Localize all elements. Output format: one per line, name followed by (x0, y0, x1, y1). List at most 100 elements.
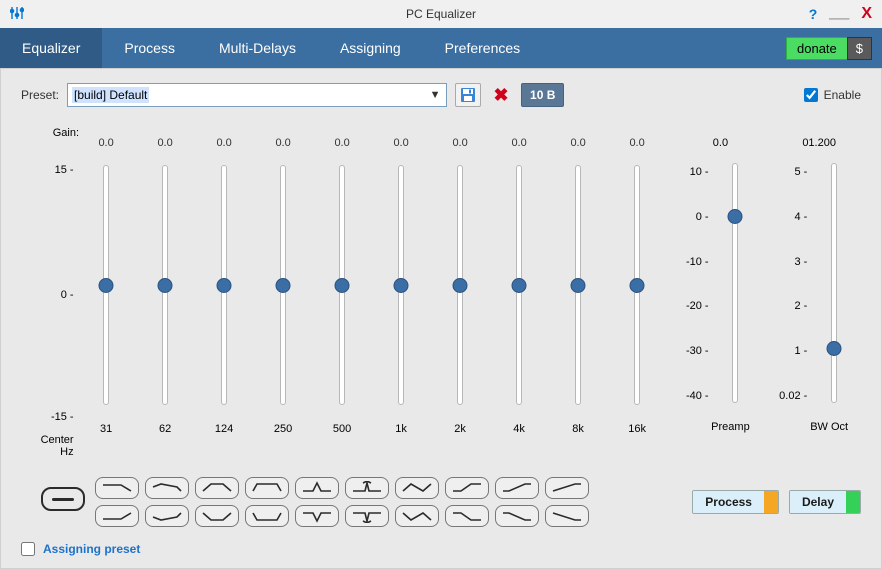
shape-preset-1-1[interactable] (145, 505, 189, 527)
shape-preset-1-2[interactable] (195, 505, 239, 527)
bwoct-track[interactable] (831, 163, 837, 403)
chevron-down-icon: ▼ (424, 89, 446, 101)
shape-preset-1-8[interactable] (495, 505, 539, 527)
shape-preset-0-6[interactable] (395, 477, 439, 499)
preamp-label: Preamp (711, 421, 750, 433)
shape-preset-0-7[interactable] (445, 477, 489, 499)
donate-currency[interactable]: $ (847, 37, 872, 60)
band-freq-label: 8k (572, 423, 584, 435)
close-icon[interactable]: X (861, 5, 872, 23)
shape-preset-1-9[interactable] (545, 505, 589, 527)
band-124[interactable]: 0.0124 (198, 159, 251, 459)
shape-preset-0-3[interactable] (245, 477, 289, 499)
band-thumb[interactable] (335, 278, 350, 293)
shape-preset-0-2[interactable] (195, 477, 239, 499)
band-freq-label: 250 (274, 423, 292, 435)
donate-button[interactable]: donate (786, 37, 847, 60)
main-panel: Preset: [build] Default ▼ ✖ 10 B Enable … (0, 68, 882, 569)
band-thumb[interactable] (99, 278, 114, 293)
band-thumb[interactable] (217, 278, 232, 293)
band-250[interactable]: 0.0250 (257, 159, 310, 459)
center-hz-label: CenterHz (41, 434, 74, 458)
shape-preset-grid (95, 477, 589, 527)
tab-assigning[interactable]: Assigning (318, 28, 423, 68)
shape-preset-1-3[interactable] (245, 505, 289, 527)
band-1k[interactable]: 0.01k (375, 159, 428, 459)
band-31[interactable]: 0.031 (80, 159, 133, 459)
band-8k[interactable]: 0.08k (552, 159, 605, 459)
band-freq-label: 1k (395, 423, 407, 435)
band-gain-value: 0.0 (216, 137, 231, 155)
band-count-button[interactable]: 10 B (521, 83, 564, 107)
band-track[interactable] (516, 165, 522, 405)
assigning-preset-checkbox[interactable] (21, 542, 35, 556)
delay-button[interactable]: Delay (789, 490, 861, 514)
band-track[interactable] (339, 165, 345, 405)
band-track[interactable] (221, 165, 227, 405)
band-thumb[interactable] (571, 278, 586, 293)
process-button[interactable]: Process (692, 490, 779, 514)
title-bar: PC Equalizer ? __ X (0, 0, 882, 28)
band-62[interactable]: 0.062 (139, 159, 192, 459)
bwoct-thumb[interactable] (827, 341, 842, 356)
preamp-track[interactable] (732, 163, 738, 403)
band-gain-value: 0.0 (275, 137, 290, 155)
tab-equalizer[interactable]: Equalizer (0, 28, 102, 68)
band-16k[interactable]: 0.016k (611, 159, 664, 459)
bwoct-slider[interactable]: 01.2005 -4 -3 -2 -1 -0.02 -BW Oct (777, 159, 861, 459)
preamp-slider[interactable]: 0.010 -0 --10 --20 --30 --40 -Preamp (679, 159, 763, 459)
shape-preset-0-4[interactable] (295, 477, 339, 499)
band-track[interactable] (575, 165, 581, 405)
shape-preset-0-0[interactable] (95, 477, 139, 499)
enable-checkbox[interactable] (804, 88, 818, 102)
preamp-thumb[interactable] (728, 209, 743, 224)
tab-preferences[interactable]: Preferences (423, 28, 542, 68)
band-track[interactable] (103, 165, 109, 405)
band-thumb[interactable] (276, 278, 291, 293)
eq-bands: 0.0310.0620.01240.02500.05000.01k0.02k0.… (80, 159, 664, 459)
band-freq-label: 2k (454, 423, 466, 435)
tab-multi-delays[interactable]: Multi-Delays (197, 28, 318, 68)
shape-preset-0-1[interactable] (145, 477, 189, 499)
band-track[interactable] (457, 165, 463, 405)
help-icon[interactable]: ? (809, 6, 818, 22)
enable-label: Enable (824, 88, 861, 102)
preset-value: [build] Default (72, 87, 149, 103)
band-thumb[interactable] (453, 278, 468, 293)
band-500[interactable]: 0.0500 (316, 159, 369, 459)
band-track[interactable] (398, 165, 404, 405)
minimize-icon[interactable]: __ (829, 0, 849, 21)
delete-preset-button[interactable]: ✖ (489, 85, 513, 106)
band-freq-label: 62 (159, 423, 171, 435)
shape-preset-1-6[interactable] (395, 505, 439, 527)
shape-preset-0-9[interactable] (545, 477, 589, 499)
shape-preset-0-8[interactable] (495, 477, 539, 499)
band-thumb[interactable] (512, 278, 527, 293)
band-4k[interactable]: 0.04k (493, 159, 546, 459)
band-gain-value: 0.0 (570, 137, 585, 155)
band-gain-value: 0.0 (511, 137, 526, 155)
band-thumb[interactable] (394, 278, 409, 293)
gain-label: Gain: (21, 127, 91, 139)
band-freq-label: 16k (628, 423, 646, 435)
shape-preset-0-5[interactable] (345, 477, 389, 499)
preset-label: Preset: (21, 88, 59, 102)
preset-dropdown[interactable]: [build] Default ▼ (67, 83, 447, 107)
shape-flat-button[interactable] (41, 487, 85, 511)
band-gain-value: 0.0 (629, 137, 644, 155)
menu-bar: EqualizerProcessMulti-DelaysAssigningPre… (0, 28, 882, 68)
tab-process[interactable]: Process (102, 28, 197, 68)
shape-preset-1-7[interactable] (445, 505, 489, 527)
shape-preset-1-5[interactable] (345, 505, 389, 527)
band-track[interactable] (162, 165, 168, 405)
band-thumb[interactable] (158, 278, 173, 293)
band-gain-value: 0.0 (452, 137, 467, 155)
band-track[interactable] (634, 165, 640, 405)
band-thumb[interactable] (630, 278, 645, 293)
shape-preset-1-0[interactable] (95, 505, 139, 527)
shape-preset-1-4[interactable] (295, 505, 339, 527)
band-2k[interactable]: 0.02k (434, 159, 487, 459)
assigning-preset-label: Assigning preset (43, 542, 140, 556)
band-track[interactable] (280, 165, 286, 405)
save-preset-button[interactable] (455, 83, 481, 107)
